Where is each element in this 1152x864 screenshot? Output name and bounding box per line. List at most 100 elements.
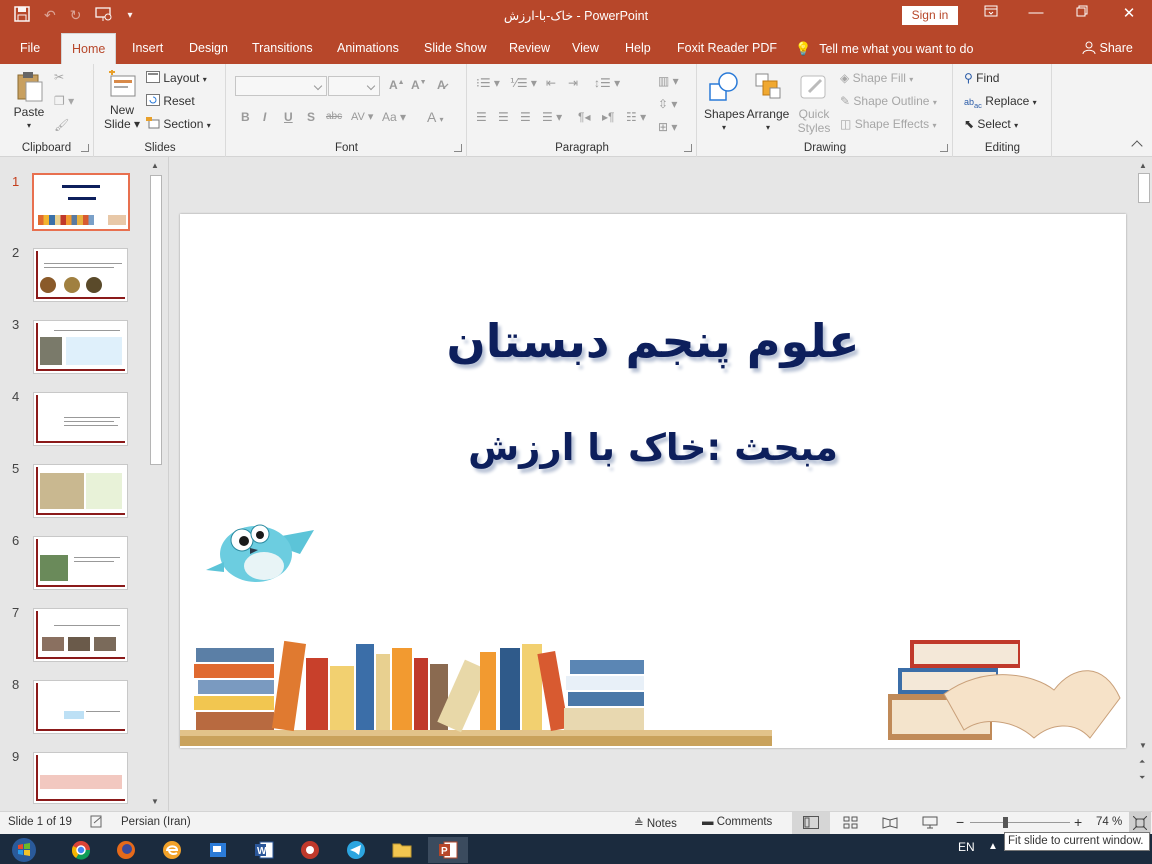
layout-button[interactable]: Layout ▾ [146, 71, 207, 86]
font-name-combo[interactable] [235, 76, 327, 96]
slide-show-view-icon[interactable] [922, 816, 938, 832]
tab-view[interactable]: View [572, 41, 599, 55]
tab-review[interactable]: Review [509, 41, 550, 55]
increase-font-size-icon[interactable]: A▲ [389, 78, 405, 92]
slide-thumbnail-3[interactable] [33, 320, 128, 374]
align-left-icon[interactable]: ☰ [476, 110, 487, 124]
smartart-icon[interactable]: ⊞ ▾ [658, 120, 677, 134]
align-right-icon[interactable]: ☰ [520, 110, 531, 124]
app-red-taskbar-icon[interactable] [290, 837, 330, 863]
scroll-down-icon[interactable]: ▼ [151, 797, 159, 806]
clear-formatting-icon[interactable]: A̷ [437, 78, 446, 92]
firefox-taskbar-icon[interactable] [106, 837, 146, 863]
tab-slide-show[interactable]: Slide Show [424, 41, 487, 55]
text-direction-rtl-icon[interactable]: ¶◂ [578, 110, 590, 124]
scroll-up-icon[interactable]: ▲ [1139, 161, 1147, 170]
maximize-icon[interactable] [1072, 4, 1092, 21]
slide-sorter-view-icon[interactable] [843, 816, 859, 832]
minimize-icon[interactable]: — [1026, 4, 1046, 21]
slide-thumbnail-6[interactable] [33, 536, 128, 590]
share-button[interactable]: Share [1082, 41, 1133, 55]
slide-thumbnail-7[interactable] [33, 608, 128, 662]
fit-slide-button[interactable] [1129, 812, 1151, 834]
justify-icon[interactable]: ☰ ▾ [542, 110, 562, 124]
telegram-taskbar-icon[interactable] [336, 837, 376, 863]
clipboard-launcher-icon[interactable] [81, 144, 89, 152]
italic-icon[interactable]: I [263, 110, 266, 124]
select-button[interactable]: ⬉ Select ▾ [964, 117, 1018, 131]
language-indicator[interactable]: Persian (Iran) [121, 816, 191, 828]
scroll-down-icon[interactable]: ▼ [1139, 741, 1147, 750]
replace-button[interactable]: abac Replace ▾ [964, 94, 1037, 110]
paragraph-launcher-icon[interactable] [684, 144, 692, 152]
slide-thumbnail-5[interactable] [33, 464, 128, 518]
line-spacing-icon[interactable]: ↕☰ ▾ [594, 76, 620, 90]
previous-slide-icon[interactable]: ⏶ [1139, 757, 1145, 767]
slide-thumbnail-9[interactable] [33, 752, 128, 804]
character-spacing-icon[interactable]: AV ▾ [351, 110, 373, 123]
slide-subtitle[interactable]: مبحث :خاک با ارزش [180, 426, 1126, 469]
shapes-button[interactable]: Shapes ▾ [704, 70, 745, 135]
drawing-launcher-icon[interactable] [940, 144, 948, 152]
zoom-level[interactable]: 74 % [1096, 816, 1122, 828]
scroll-up-icon[interactable]: ▲ [151, 161, 159, 170]
word-taskbar-icon[interactable]: W [244, 837, 284, 863]
slide-thumbnail-4[interactable] [33, 392, 128, 446]
format-painter-icon[interactable]: 🖌 [54, 118, 69, 132]
chrome-taskbar-icon[interactable] [61, 837, 101, 863]
comments-button[interactable]: ▬ Comments [702, 816, 772, 828]
decrease-font-size-icon[interactable]: A▼ [411, 78, 427, 92]
align-text-icon[interactable]: ☷ ▾ [626, 110, 646, 124]
edge-legacy-taskbar-icon[interactable] [152, 837, 192, 863]
bold-icon[interactable]: B [241, 110, 250, 124]
notes-button[interactable]: ≜ Notes [634, 816, 677, 830]
tab-insert[interactable]: Insert [132, 41, 163, 55]
show-hidden-icons-icon[interactable]: ▲ [988, 841, 998, 852]
tab-home[interactable]: Home [61, 33, 117, 65]
underline-icon[interactable]: U [284, 110, 293, 124]
decrease-indent-icon[interactable]: ⇤ [546, 76, 556, 90]
text-direction-ltr-icon[interactable]: ▸¶ [602, 110, 614, 124]
text-direction-icon[interactable]: ⇳ ▾ [658, 97, 677, 111]
tell-me-search[interactable]: 💡 Tell me what you want to do [795, 41, 973, 57]
slide-vertical-scrollbar[interactable]: ▲ ▼ ⏶ ⏷ [1136, 157, 1152, 811]
spell-check-icon[interactable] [90, 815, 104, 831]
increase-indent-icon[interactable]: ⇥ [568, 76, 578, 90]
slide-thumbnail-1[interactable] [32, 173, 130, 231]
slide-thumbnail-8[interactable] [33, 680, 128, 734]
font-size-combo[interactable] [328, 76, 380, 96]
ribbon-display-options-icon[interactable] [981, 4, 1001, 21]
tab-design[interactable]: Design [189, 41, 228, 55]
copy-icon[interactable]: ❐ ▾ [54, 94, 74, 108]
change-case-icon[interactable]: Aa ▾ [382, 110, 406, 124]
start-button[interactable] [4, 837, 44, 863]
zoom-slider-handle[interactable] [1003, 817, 1008, 828]
section-button[interactable]: Section ▾ [146, 117, 211, 132]
strikethrough-icon[interactable]: abc [326, 111, 342, 122]
tab-transitions[interactable]: Transitions [252, 41, 313, 55]
zoom-out-icon[interactable]: − [956, 814, 964, 830]
thumbnail-scrollbar[interactable]: ▲ ▼ [148, 157, 164, 811]
file-explorer-taskbar-icon[interactable] [382, 837, 422, 863]
app-taskbar-icon[interactable] [198, 837, 238, 863]
powerpoint-taskbar-icon[interactable]: P [428, 837, 468, 863]
columns-icon[interactable]: ▥ ▾ [658, 74, 679, 88]
close-icon[interactable]: ✕ [1119, 4, 1139, 22]
font-launcher-icon[interactable] [454, 144, 462, 152]
thumbnail-scrollbar-thumb[interactable] [150, 175, 162, 465]
zoom-in-icon[interactable]: + [1074, 814, 1082, 830]
shape-fill-button[interactable]: ◈ Shape Fill ▾ [840, 71, 913, 85]
input-language[interactable]: EN [958, 840, 975, 854]
reading-view-icon[interactable] [882, 816, 898, 832]
new-slide-button[interactable]: New Slide ▾ [103, 69, 141, 131]
tab-help[interactable]: Help [625, 41, 651, 55]
tab-animations[interactable]: Animations [337, 41, 399, 55]
align-center-icon[interactable]: ☰ [498, 110, 509, 124]
sign-in-button[interactable]: Sign in [902, 6, 958, 25]
next-slide-icon[interactable]: ⏷ [1139, 773, 1145, 783]
paste-button[interactable]: Paste ▾ [10, 70, 48, 133]
slide-scrollbar-thumb[interactable] [1138, 173, 1150, 203]
zoom-slider[interactable] [970, 822, 1070, 823]
collapse-ribbon-icon[interactable] [1131, 140, 1143, 152]
bullets-icon[interactable]: ⁝☰ ▾ [476, 76, 500, 90]
